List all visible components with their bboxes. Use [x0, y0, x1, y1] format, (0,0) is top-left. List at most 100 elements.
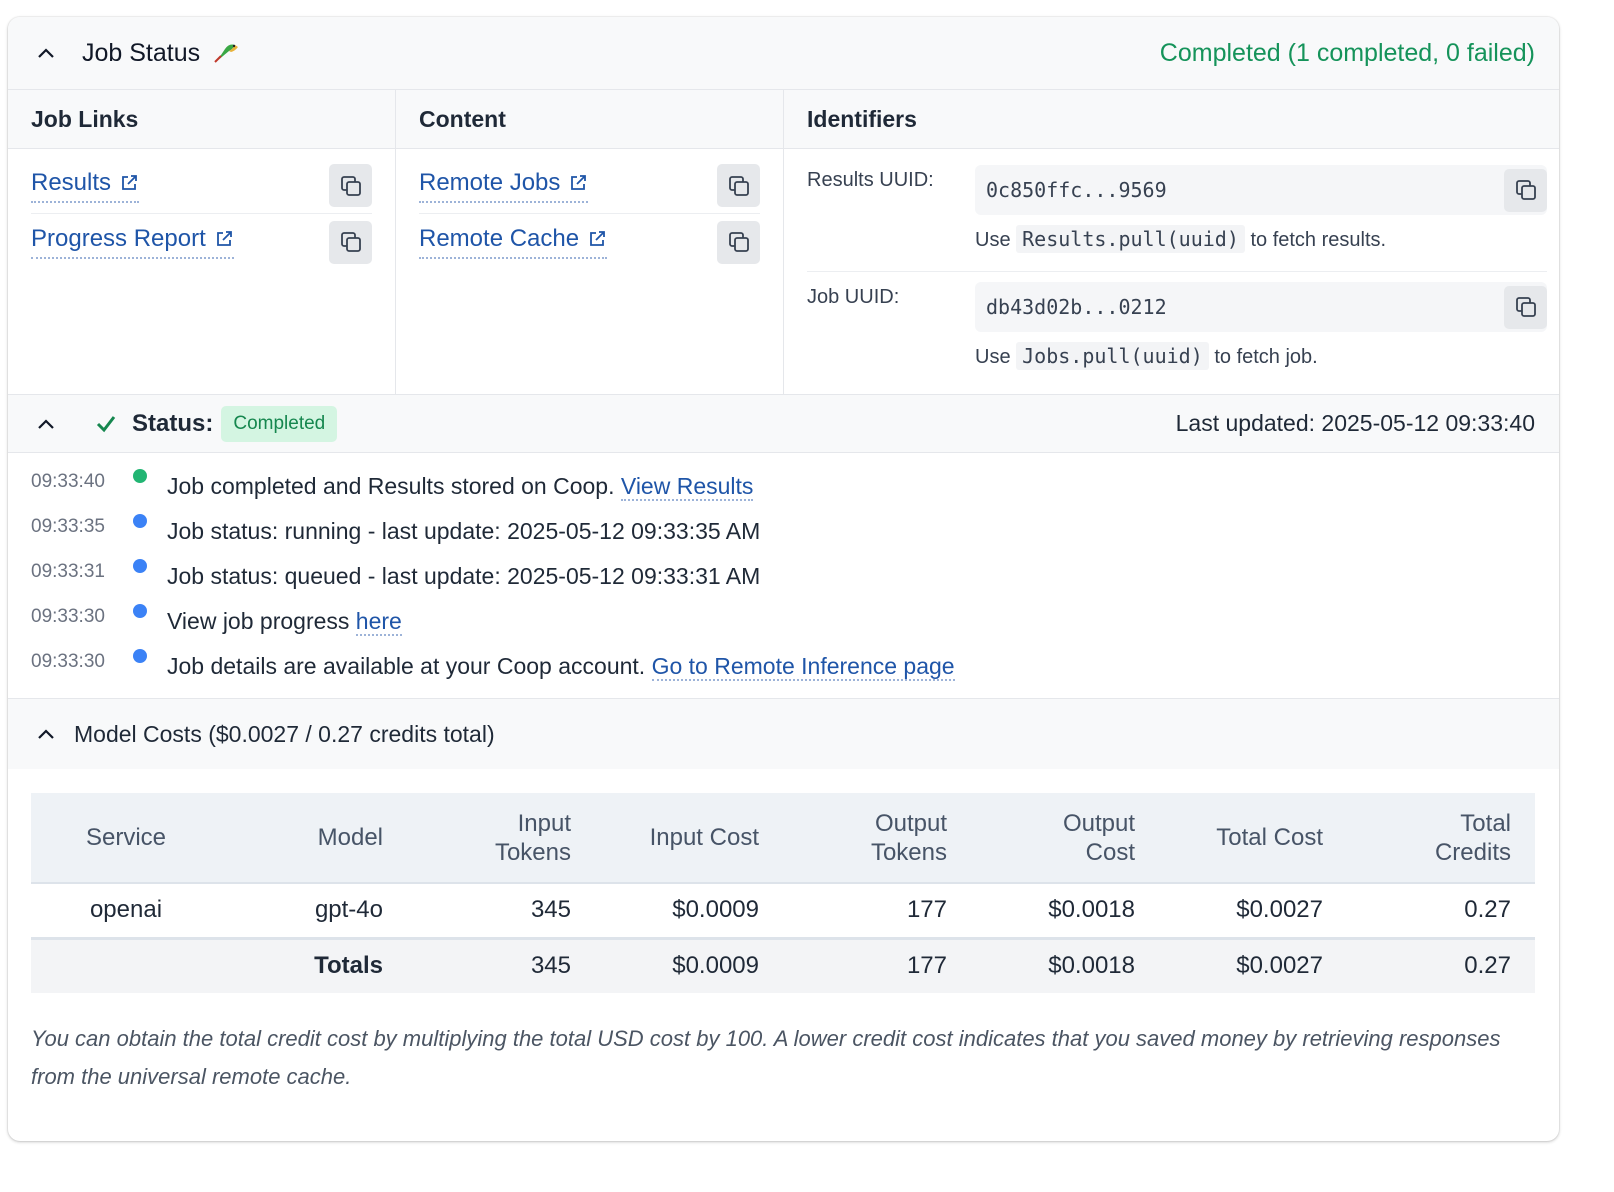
model-costs-header[interactable]: Model Costs ($0.0027 / 0.27 credits tota…	[8, 699, 1559, 769]
results-link-label: Results	[31, 168, 112, 196]
status-log[interactable]: 09:33:40 Job completed and Results stored…	[8, 453, 1559, 699]
status-dot-icon	[133, 514, 147, 528]
log-message: View job progress here	[167, 596, 402, 636]
column-header: Model	[221, 793, 407, 884]
cell-total-credits: 0.27	[1347, 883, 1535, 940]
hint-prefix: Use	[975, 346, 1011, 368]
job-uuid-row: Job UUID: db43d02b...0212 Use Jobs.pull(…	[784, 272, 1559, 370]
copy-icon	[340, 175, 361, 196]
copy-progress-report-link-button[interactable]	[329, 220, 372, 264]
copy-results-link-button[interactable]	[329, 164, 372, 207]
last-updated-timestamp: Last updated: 2025-05-12 09:33:40	[1175, 410, 1535, 436]
results-uuid-row: Results UUID: 0c850ffc...9569 Use Result…	[784, 149, 1559, 253]
results-pull-code: Results.pull(uuid)	[1016, 225, 1245, 253]
column-header: Service	[31, 793, 221, 884]
job-status-header[interactable]: Job Status Completed (1 completed, 0 fai…	[8, 17, 1559, 90]
log-entry: 09:33:30 View job progress here	[31, 596, 1559, 641]
job-uuid-box: db43d02b...0212	[975, 282, 1547, 332]
cell-model: gpt-4o	[221, 883, 407, 940]
column-header: Total Cost	[1159, 793, 1347, 884]
log-entry: 09:33:35 Job status: running - last updat…	[31, 506, 1559, 551]
results-link[interactable]: Results	[31, 168, 140, 203]
remote-jobs-link[interactable]: Remote Jobs	[419, 169, 589, 203]
cell-total-cost: $0.0027	[1159, 883, 1347, 940]
column-header: Total Credits	[1347, 793, 1535, 884]
log-message-text: Job status: running - last update: 2025-…	[167, 518, 761, 544]
log-link[interactable]: View Results	[620, 473, 754, 501]
log-message: Job status: running - last update: 2025-…	[167, 506, 760, 545]
log-message-text: View job progress	[167, 608, 350, 634]
cell-output-cost: $0.0018	[971, 883, 1159, 940]
external-link-icon	[122, 174, 137, 190]
status-bar[interactable]: Status: Completed Last updated: 2025-05-…	[8, 395, 1559, 453]
external-link-icon	[571, 174, 587, 190]
copy-results-uuid-button[interactable]	[1504, 168, 1547, 212]
cell-output-tokens: 177	[783, 883, 971, 940]
table-row: openai gpt-4o 345 $0.0009 177 $0.0018 $0…	[31, 883, 1535, 940]
table-header-row: Service Model Input Tokens Input Cost Out…	[31, 793, 1535, 884]
log-link[interactable]: here	[355, 608, 402, 636]
copy-icon	[1515, 180, 1536, 200]
external-link-icon	[216, 231, 232, 246]
copy-icon	[728, 232, 749, 252]
results-link-row: Results	[31, 158, 372, 214]
log-link[interactable]: Go to Remote Inference page	[651, 653, 955, 681]
copy-job-uuid-button[interactable]	[1504, 285, 1547, 329]
copy-remote-jobs-link-button[interactable]	[717, 164, 760, 207]
model-costs-table: Service Model Input Tokens Input Cost Out…	[31, 793, 1535, 993]
log-message-text: Job completed and Results stored on Coop…	[167, 473, 615, 499]
cell-totals-input-cost: $0.0009	[672, 952, 759, 980]
job-status-card: Job Status Completed (1 completed, 0 fai…	[8, 17, 1559, 1141]
identifiers-column: Identifiers Results UUID: 0c850ffc...956…	[784, 90, 1559, 394]
log-time: 09:33:31	[31, 561, 105, 582]
chevron-up-icon[interactable]	[36, 414, 56, 434]
log-time: 09:33:35	[31, 516, 105, 537]
log-message: Job status: queued - last update: 2025-0…	[167, 551, 760, 590]
results-uuid-box: 0c850ffc...9569	[975, 165, 1547, 215]
cell-totals-output-tokens: 177	[906, 952, 947, 980]
job-status-title: Job Status	[82, 39, 239, 68]
job-links-heading: Job Links	[8, 90, 395, 149]
content-heading: Content	[396, 90, 783, 149]
status-dot-icon	[133, 559, 147, 573]
copy-icon	[1515, 297, 1536, 317]
totals-row: Totals 345 $0.0009 177 $0.0018 $0.0027 0…	[31, 938, 1535, 993]
job-uuid-hint: Use Jobs.pull(uuid) to fetch job.	[975, 342, 1547, 370]
log-time: 09:33:30	[31, 606, 105, 627]
cell-totals-total-cost: $0.0027	[1236, 952, 1323, 980]
hint-suffix: to fetch results.	[1250, 229, 1387, 251]
external-link-icon	[590, 231, 605, 246]
log-message-text: Job status: queued - last update: 2025-0…	[167, 563, 761, 589]
cell-totals-output-cost: $0.0018	[1048, 952, 1135, 980]
remote-cache-link-row: Remote Cache	[419, 214, 760, 270]
log-time: 09:33:30	[31, 651, 105, 672]
jobs-pull-code: Jobs.pull(uuid)	[1016, 342, 1209, 370]
log-message-text: Job details are available at your Coop a…	[167, 653, 646, 679]
chevron-up-icon[interactable]	[36, 43, 56, 63]
model-costs-table-wrap: Service Model Input Tokens Input Cost Out…	[8, 769, 1559, 993]
job-links-column: Job Links Results Progress Report	[8, 90, 396, 394]
remote-cache-link[interactable]: Remote Cache	[419, 225, 608, 259]
log-entry: 09:33:30 Job details are available at you…	[31, 641, 1559, 686]
copy-remote-cache-link-button[interactable]	[717, 220, 760, 264]
job-uuid-value: db43d02b...0212	[986, 295, 1167, 319]
identifiers-heading: Identifiers	[784, 90, 1559, 149]
cell-service: openai	[31, 883, 221, 940]
progress-report-link[interactable]: Progress Report	[31, 225, 234, 259]
hint-prefix: Use	[975, 229, 1011, 251]
job-uuid-label: Job UUID:	[807, 286, 900, 308]
results-uuid-label: Results UUID:	[807, 169, 934, 191]
log-entry: 09:33:40 Job completed and Results stored…	[31, 461, 1559, 506]
chevron-up-icon[interactable]	[36, 724, 56, 744]
log-entry: 09:33:31 Job status: queued - last update…	[31, 551, 1559, 596]
copy-icon	[728, 175, 749, 196]
log-message: Job completed and Results stored on Coop…	[167, 461, 754, 501]
model-costs-title: Model Costs ($0.0027 / 0.27 credits tota…	[74, 720, 495, 747]
progress-report-link-label: Progress Report	[31, 225, 206, 252]
cell-input-cost: $0.0009	[595, 883, 783, 940]
parrot-icon	[214, 44, 239, 63]
column-header: Input Cost	[595, 793, 783, 884]
remote-jobs-link-row: Remote Jobs	[419, 158, 760, 214]
checkmark-icon	[96, 415, 116, 432]
content-column: Content Remote Jobs Remote Cache	[396, 90, 784, 394]
